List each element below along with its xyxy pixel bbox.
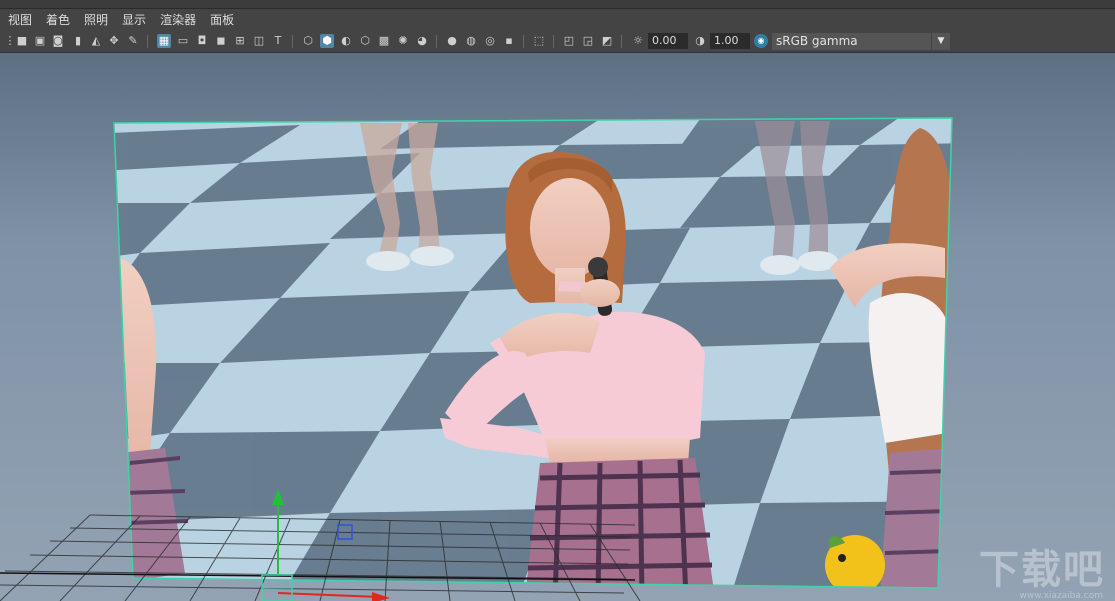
motion-blur-icon[interactable]: ◍ xyxy=(464,34,478,48)
exposure-icon[interactable]: ☼ xyxy=(631,34,645,48)
bookmark-icon[interactable]: ▮ xyxy=(71,34,85,48)
move-x-axis[interactable] xyxy=(277,592,381,598)
3d-viewport[interactable]: 下载吧 www.xiazaiba.com xyxy=(0,53,1115,601)
separator xyxy=(621,35,622,48)
gamma-icon[interactable]: ◑ xyxy=(693,34,707,48)
light-icon[interactable]: ✺ xyxy=(396,34,410,48)
separator xyxy=(436,35,437,48)
exposure-field[interactable]: 0.00 xyxy=(648,33,688,49)
shaded-cube-icon[interactable]: ⬢ xyxy=(320,34,334,48)
field-chart-icon[interactable]: ⊞ xyxy=(233,34,247,48)
resolution-gate-icon[interactable]: ◘ xyxy=(195,34,209,48)
watermark-logo: 下载吧 xyxy=(979,547,1105,593)
anti-aliasing-icon[interactable]: ◎ xyxy=(483,34,497,48)
grid-icon[interactable]: ▦ xyxy=(157,34,171,48)
textured-icon[interactable]: ▩ xyxy=(377,34,391,48)
watermark-url: www.xiazaiba.com xyxy=(1019,591,1103,601)
wireframe-on-shaded-icon[interactable]: ⬡ xyxy=(358,34,372,48)
scene-canvas xyxy=(0,117,953,601)
separator xyxy=(147,35,148,48)
menu-show[interactable]: 显示 xyxy=(115,9,153,31)
menu-shading[interactable]: 着色 xyxy=(39,9,77,31)
dropdown-arrow-icon[interactable]: ▼ xyxy=(931,33,950,50)
menu-view[interactable]: 视图 xyxy=(0,9,39,31)
color-space-value: sRGB gamma xyxy=(776,34,858,48)
gate-mask-icon[interactable]: ◼ xyxy=(214,34,228,48)
viewport-toolbar: ⋮ ■ ▣ ◙ ▮ ◭ ✥ ✎ ▦ ▭ ◘ ◼ ⊞ ◫ T ⬡ ⬢ ◐ ⬡ ▩ … xyxy=(0,31,1115,53)
separator xyxy=(553,35,554,48)
move-x-arrow-icon[interactable] xyxy=(372,592,390,601)
isolate-select-icon[interactable]: ⬚ xyxy=(532,34,546,48)
camera-attributes-icon[interactable]: ▣ xyxy=(33,34,47,48)
xray-joints-icon[interactable]: ◲ xyxy=(581,34,595,48)
2d-pan-zoom-icon[interactable]: ✥ xyxy=(107,34,121,48)
wireframe-cube-icon[interactable]: ⬡ xyxy=(301,34,315,48)
panel-menu-bar: 视图 着色 照明 显示 渲染器 面板 xyxy=(0,9,1115,31)
image-plane-icon[interactable]: ◭ xyxy=(89,34,103,48)
shadows-icon[interactable]: ◕ xyxy=(415,34,429,48)
film-gate-icon[interactable]: ▭ xyxy=(176,34,190,48)
default-material-icon[interactable]: ◐ xyxy=(339,34,353,48)
separator xyxy=(523,35,524,48)
color-space-dropdown[interactable]: sRGB gamma ▼ xyxy=(772,33,950,50)
safe-action-icon[interactable]: ◫ xyxy=(252,34,266,48)
screen-space-ao-icon[interactable]: ● xyxy=(445,34,459,48)
menu-lighting[interactable]: 照明 xyxy=(77,9,115,31)
image-plane-photo xyxy=(114,118,952,588)
menu-panels[interactable]: 面板 xyxy=(203,9,241,31)
depth-of-field-icon[interactable]: ▪ xyxy=(502,34,516,48)
grease-pencil-icon[interactable]: ✎ xyxy=(126,34,140,48)
select-camera-icon[interactable]: ■ xyxy=(15,34,29,48)
window-top-strip xyxy=(0,0,1115,9)
bookmark-camera-icon[interactable]: ◙ xyxy=(51,34,65,48)
separator xyxy=(292,35,293,48)
color-management-icon[interactable]: ◉ xyxy=(754,34,768,48)
xray-icon[interactable]: ◰ xyxy=(562,34,576,48)
gamma-field[interactable]: 1.00 xyxy=(710,33,750,49)
menu-renderer[interactable]: 渲染器 xyxy=(153,9,203,31)
safe-title-icon[interactable]: T xyxy=(271,34,285,48)
xray-components-icon[interactable]: ◩ xyxy=(600,34,614,48)
